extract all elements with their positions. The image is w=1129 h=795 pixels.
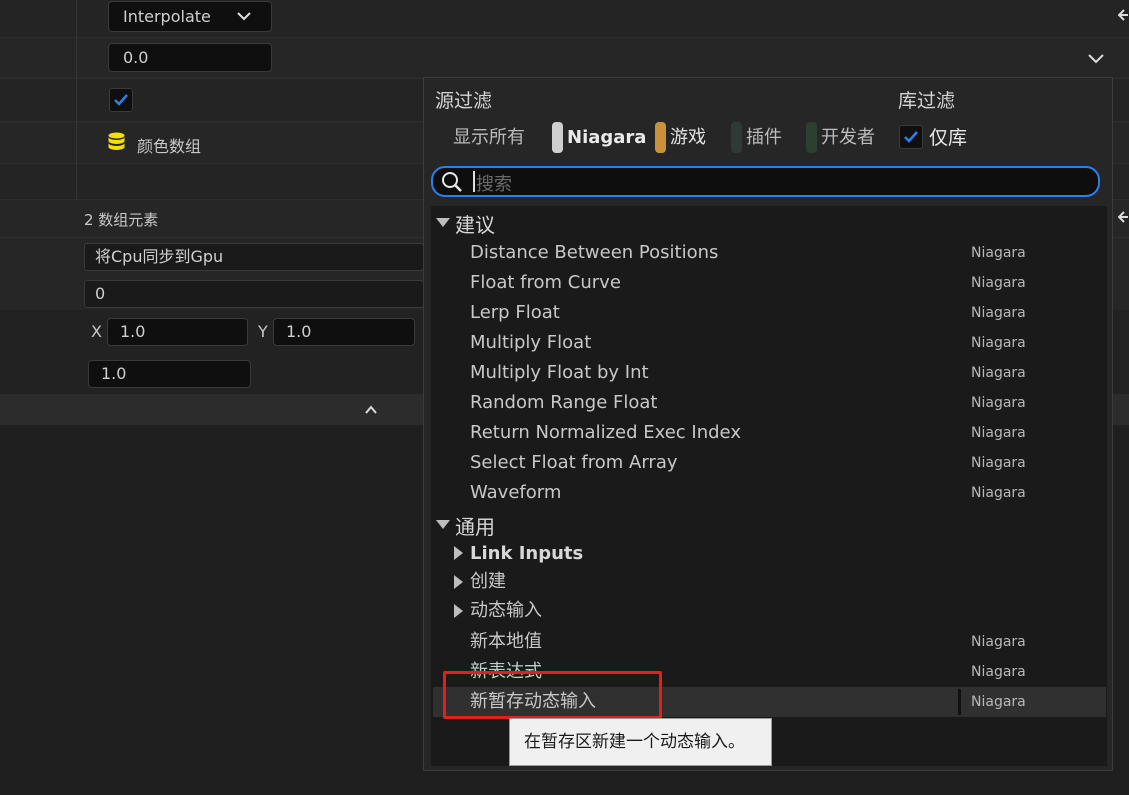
group-create[interactable]: 创建 [470, 567, 506, 597]
tooltip: 在暂存区新建一个动态输入。 [509, 718, 772, 766]
group-dynamic-inputs[interactable]: 动态输入 [470, 596, 542, 626]
list-item-source: Niagara [971, 335, 1026, 351]
list-item-source: Niagara [971, 455, 1026, 471]
highlight-box [443, 671, 662, 719]
arrow-left-icon[interactable] [1118, 210, 1129, 224]
category-suggested[interactable]: 建议 [455, 209, 495, 238]
list-item[interactable]: Multiply Float [470, 328, 591, 358]
expand-link-inputs-icon[interactable] [454, 546, 463, 560]
list-item-source: Niagara [971, 425, 1026, 441]
list-item-source: Niagara [971, 485, 1026, 501]
float-value-field[interactable]: 0.0 [108, 43, 272, 72]
x-label: X [91, 322, 102, 341]
list-item[interactable]: Select Float from Array [470, 448, 678, 478]
source-filter-label: 源过滤 [435, 90, 493, 112]
search-box[interactable]: 搜索 [431, 166, 1100, 197]
array-count-label: 2 数组元素 [84, 211, 159, 229]
list-item[interactable]: 新本地值 [470, 627, 542, 657]
expand-dynamic-inputs-icon[interactable] [454, 604, 463, 618]
list-item[interactable]: Lerp Float [470, 298, 560, 328]
plugin-swatch [731, 122, 742, 153]
color-array-label: 颜色数组 [137, 137, 202, 156]
list-item[interactable]: Float from Curve [470, 268, 621, 298]
filter-niagara[interactable]: Niagara [567, 123, 646, 153]
chevron-down-icon[interactable] [1088, 53, 1104, 64]
list-item[interactable]: Multiply Float by Int [470, 358, 649, 388]
list-item-source: Niagara [971, 395, 1026, 411]
scale-value-field[interactable]: 1.0 [88, 360, 251, 388]
developer-swatch [806, 122, 817, 153]
group-link-inputs[interactable]: Link Inputs [470, 539, 583, 569]
list-item[interactable]: Distance Between Positions [470, 238, 718, 268]
search-placeholder: 搜索 [476, 174, 512, 195]
arrow-left-icon[interactable] [1118, 8, 1129, 22]
filter-show-all[interactable]: 显示所有 [453, 123, 525, 153]
x-value-field[interactable]: 1.0 [107, 318, 248, 346]
int-value-field[interactable]: 0 [84, 280, 424, 308]
chevron-up-icon [365, 405, 377, 414]
list-item[interactable]: Return Normalized Exec Index [470, 418, 741, 448]
filter-plugin[interactable]: 插件 [746, 123, 782, 153]
text-cursor [473, 171, 475, 192]
category-general[interactable]: 通用 [455, 511, 495, 540]
list-item-source: Niagara [971, 245, 1026, 261]
filter-game[interactable]: 游戏 [670, 123, 706, 153]
check-icon [114, 94, 128, 106]
niagara-swatch [552, 122, 563, 153]
library-only-checkbox[interactable] [899, 125, 923, 149]
interp-mode-value: Interpolate [123, 7, 211, 26]
list-item[interactable]: Random Range Float [470, 388, 657, 418]
library-only-label: 仅库 [929, 127, 968, 149]
row-float-value: 0.0 [0, 38, 1129, 79]
expand-create-icon[interactable] [454, 575, 463, 589]
sync-cpu-gpu-field[interactable]: 将Cpu同步到Gpu [84, 243, 424, 271]
column-divider [76, 0, 77, 200]
library-filter-label: 库过滤 [898, 90, 956, 112]
game-swatch [655, 122, 666, 153]
filter-developer[interactable]: 开发者 [821, 123, 875, 153]
list-item-source: Niagara [971, 305, 1026, 321]
list-item-source: Niagara [971, 365, 1026, 381]
row-divider [958, 689, 961, 715]
chevron-down-icon [237, 12, 251, 21]
list-item[interactable]: Waveform [470, 478, 561, 508]
expand-general-icon[interactable] [436, 520, 450, 529]
list-item-source: Niagara [971, 664, 1026, 680]
list-item-source: Niagara [971, 275, 1026, 291]
list-item-source: Niagara [971, 694, 1026, 710]
list-item-source: Niagara [971, 634, 1026, 650]
y-value-field[interactable]: 1.0 [273, 318, 415, 346]
y-label: Y [258, 322, 268, 341]
database-icon [108, 132, 125, 150]
search-icon [442, 172, 462, 192]
enable-checkbox[interactable] [109, 88, 133, 112]
interp-mode-dropdown[interactable]: Interpolate [108, 1, 272, 32]
check-icon [904, 131, 918, 143]
expand-suggested-icon[interactable] [436, 218, 450, 227]
row-interp-mode: Interpolate [0, 0, 1129, 38]
